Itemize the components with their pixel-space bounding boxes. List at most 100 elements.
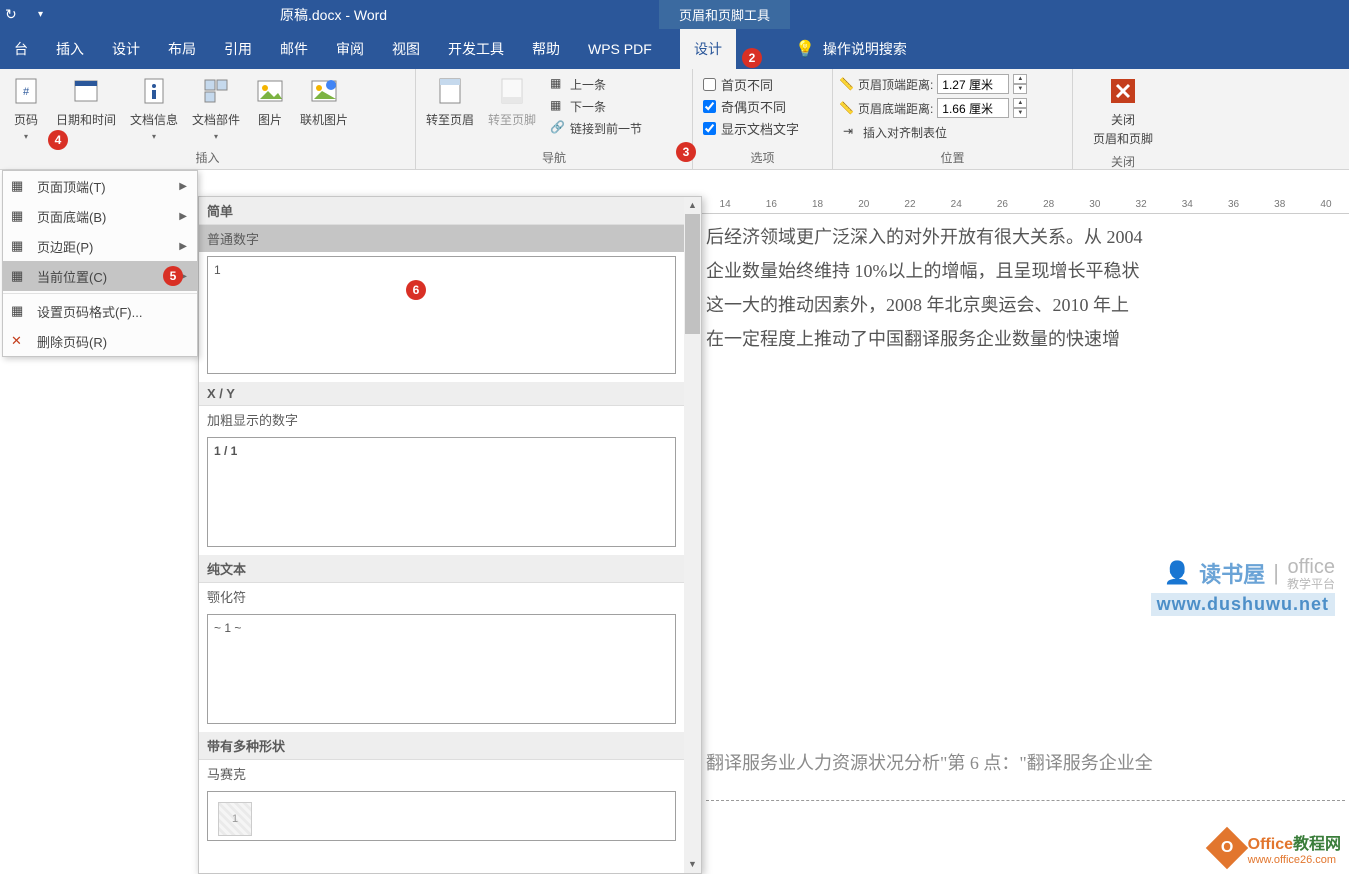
tab-wps-pdf[interactable]: WPS PDF: [574, 29, 666, 69]
date-time-button[interactable]: 日期和时间: [52, 73, 120, 130]
tab-developer[interactable]: 开发工具: [434, 29, 518, 69]
goto-header-button[interactable]: 转至页眉: [422, 73, 478, 130]
goto-header-label: 转至页眉: [426, 111, 474, 128]
group-label-nav: 导航: [416, 149, 692, 169]
doc-parts-label: 文档部件: [192, 111, 240, 128]
gallery-preview-text: ~ 1 ~: [214, 621, 241, 635]
tab-icon: ⇥: [843, 124, 859, 140]
remove-icon: ✕: [11, 333, 27, 349]
horizontal-ruler[interactable]: 14 16 18 20 22 24 26 28 30 32 34 36 38 4…: [702, 196, 1349, 214]
online-picture-button[interactable]: 联机图片: [296, 73, 352, 130]
tab-review[interactable]: 审阅: [322, 29, 378, 69]
gallery-scrollbar[interactable]: ▲ ▼: [684, 197, 701, 873]
scroll-thumb[interactable]: [685, 214, 700, 334]
menu-page-margin[interactable]: ▦页边距(P)▶: [3, 231, 197, 261]
ribbon-group-close: 关闭 页眉和页脚 关闭: [1073, 69, 1173, 169]
doc-parts-button[interactable]: 文档部件 ▾: [188, 73, 244, 143]
page-number-gallery: 简单 普通数字 1 X / Y 加粗显示的数字 1 / 1 纯文本 颚化符 ~ …: [198, 196, 702, 874]
gallery-item-mosaic[interactable]: 1: [207, 791, 676, 841]
show-doc-text-checkbox[interactable]: 显示文档文字: [699, 117, 803, 139]
close-hf-button[interactable]: 关闭 页眉和页脚: [1089, 73, 1157, 149]
gallery-header-text: 纯文本: [199, 555, 684, 583]
gallery-sub-tilde: 颚化符: [199, 583, 684, 610]
menu-page-bottom[interactable]: ▦页面底端(B)▶: [3, 201, 197, 231]
footer-spinner[interactable]: ▲▼: [1013, 98, 1027, 118]
scroll-up-icon[interactable]: ▲: [684, 197, 701, 214]
format-icon: ▦: [11, 303, 27, 319]
tab-design[interactable]: 设计: [98, 29, 154, 69]
doc-info-icon: [138, 75, 170, 107]
online-picture-icon: [308, 75, 340, 107]
svg-text:#: #: [23, 86, 30, 98]
close-icon: [1107, 75, 1139, 107]
gallery-item-tilde-number[interactable]: ~ 1 ~: [207, 614, 676, 724]
menu-label: 删除页码(R): [37, 332, 107, 351]
menu-format-page-number[interactable]: ▦设置页码格式(F)...: [3, 296, 197, 326]
tab-mail[interactable]: 邮件: [266, 29, 322, 69]
first-page-diff-checkbox[interactable]: 首页不同: [699, 73, 777, 95]
ribbon: # 页码 ▾ 日期和时间 文档信息 ▾ 文档部件 ▾ 图片: [0, 69, 1349, 170]
first-diff-label: 首页不同: [721, 75, 773, 94]
document-title: 原稿.docx - Word: [280, 5, 387, 25]
close-label-1: 关闭: [1111, 111, 1135, 128]
menu-label: 页面顶端(T): [37, 177, 106, 196]
ruler-mark: 26: [979, 199, 1025, 210]
next-label: 下一条: [570, 98, 606, 115]
menu-label: 当前位置(C): [37, 267, 107, 286]
menu-remove-page-number[interactable]: ✕ 删除页码(R): [3, 326, 197, 356]
ruler-mark: 34: [1164, 199, 1210, 210]
show-text-label: 显示文档文字: [721, 119, 799, 138]
menu-page-top[interactable]: ▦页面顶端(T)▶: [3, 171, 197, 201]
gallery-item-plain-number[interactable]: 1: [207, 256, 676, 374]
ruler-mark: 32: [1118, 199, 1164, 210]
ruler-mark: 24: [933, 199, 979, 210]
odd-even-label: 奇偶页不同: [721, 97, 786, 116]
scroll-down-icon[interactable]: ▼: [684, 856, 701, 873]
person-icon: 👤: [1164, 560, 1191, 586]
footer-bottom-label: 页眉底端距离:: [858, 100, 933, 117]
page-bottom-icon: ▦: [11, 208, 27, 224]
tell-me-search[interactable]: 💡 操作说明搜索: [795, 39, 907, 59]
link-prev-label: 链接到前一节: [570, 120, 642, 137]
ribbon-group-insert: # 页码 ▾ 日期和时间 文档信息 ▾ 文档部件 ▾ 图片: [0, 69, 416, 169]
gallery-sub-mosaic: 马赛克: [199, 760, 684, 787]
group-label-position: 位置: [833, 149, 1072, 169]
callout-badge-4: 4: [48, 130, 68, 150]
link-previous-button[interactable]: 🔗链接到前一节: [546, 117, 646, 139]
goto-footer-label: 转至页脚: [488, 111, 536, 128]
tab-help[interactable]: 帮助: [518, 29, 574, 69]
previous-button[interactable]: ▦上一条: [546, 73, 646, 95]
tab-layout[interactable]: 布局: [154, 29, 210, 69]
header-spinner[interactable]: ▲▼: [1013, 74, 1027, 94]
previous-label: 上一条: [570, 76, 606, 93]
header-top-row: 📏 页眉顶端距离: ▲▼: [839, 73, 1027, 95]
gallery-item-bold-number[interactable]: 1 / 1: [207, 437, 676, 547]
ruler-mark: 28: [1026, 199, 1072, 210]
footer-bottom-input[interactable]: [937, 98, 1009, 118]
page-margin-icon: ▦: [11, 238, 27, 254]
group-label-close: 关闭: [1073, 153, 1173, 173]
picture-button[interactable]: 图片: [250, 73, 290, 130]
gallery-header-shapes: 带有多种形状: [199, 732, 684, 760]
tab-insert[interactable]: 插入: [42, 29, 98, 69]
next-button[interactable]: ▦下一条: [546, 95, 646, 117]
tab-home-partial[interactable]: 台: [0, 29, 42, 69]
page-number-button[interactable]: # 页码 ▾: [6, 73, 46, 143]
doc-info-button[interactable]: 文档信息 ▾: [126, 73, 182, 143]
refresh-icon[interactable]: ↻: [5, 6, 18, 23]
tab-references[interactable]: 引用: [210, 29, 266, 69]
tab-hf-design[interactable]: 设计: [680, 29, 736, 69]
search-label: 操作说明搜索: [823, 39, 907, 59]
ribbon-group-options: 首页不同 奇偶页不同 显示文档文字 选项: [693, 69, 833, 169]
qat-dropdown-icon[interactable]: ▾: [38, 9, 43, 20]
gallery-header-simple: 简单: [199, 197, 684, 225]
insert-align-tab-button[interactable]: ⇥插入对齐制表位: [839, 121, 951, 143]
header-icon: [434, 75, 466, 107]
header-top-input[interactable]: [937, 74, 1009, 94]
document-canvas[interactable]: 后经济领域更广泛深入的对外开放有很大关系。从 2004 企业数量始终维持 10%…: [702, 214, 1349, 874]
tab-view[interactable]: 视图: [378, 29, 434, 69]
picture-label: 图片: [258, 111, 282, 128]
page-number-dropdown: ▦页面顶端(T)▶ ▦页面底端(B)▶ ▦页边距(P)▶ ▦当前位置(C)▶ ▦…: [2, 170, 198, 357]
odd-even-diff-checkbox[interactable]: 奇偶页不同: [699, 95, 790, 117]
ruler-mark: 20: [841, 199, 887, 210]
